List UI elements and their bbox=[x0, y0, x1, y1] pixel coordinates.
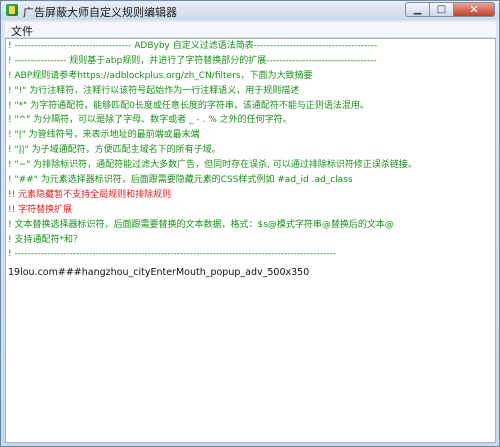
editor-line: ! ABP规则请参考https://adblockplus.org/zh_CN/… bbox=[8, 70, 313, 81]
menu-bar: 文件 bbox=[5, 22, 496, 38]
maximize-icon: □ bbox=[436, 4, 447, 15]
title-bar[interactable]: 广告屏蔽大师自定义规则编辑器 ▁ □ ✕ bbox=[1, 1, 499, 20]
editor-line: ! "||" 为子域通配符，方便匹配主域名下的所有子域。 bbox=[8, 145, 221, 156]
editor-line: ! "|" 为管线符号，来表示地址的最前端或最末端 bbox=[8, 130, 200, 141]
app-logo-icon bbox=[6, 4, 18, 16]
editor-line: ! "~" 为排除标识符，通配符能过滤大多数广告，但同时存在误杀, 可以通过排除… bbox=[8, 160, 417, 171]
minimize-button[interactable]: ▁ bbox=[405, 2, 430, 17]
editor-lines: ! ------------------------------------ A… bbox=[8, 39, 493, 281]
editor-line: ! ------------------------------------ A… bbox=[8, 41, 378, 51]
close-icon: ✕ bbox=[469, 3, 479, 16]
maximize-button[interactable]: □ bbox=[430, 2, 454, 17]
custom-rule-line: 19lou.com###hangzhou_cityEnterMouth_popu… bbox=[8, 267, 310, 279]
editor-line: ! "!" 为行注释符，注释行以该符号起始作为一行注释语义，用于规则描述 bbox=[8, 85, 300, 96]
editor-line: ! 支持通配符*和？ bbox=[8, 234, 82, 245]
editor-line: ! "^" 为分隔符，可以是除了字母、数字或者 _ - . % 之外的任何字符。 bbox=[8, 115, 292, 126]
close-button[interactable]: ✕ bbox=[454, 2, 495, 17]
editor-line: ! --------------------------------------… bbox=[8, 249, 336, 260]
caption-buttons: ▁ □ ✕ bbox=[405, 2, 495, 18]
window-title: 广告屏蔽大师自定义规则编辑器 bbox=[23, 6, 177, 19]
editor-line: ! "##" 为元素选择器标识符，后面跟需要隐藏元素的CSS样式例如 #ad_i… bbox=[8, 175, 353, 186]
editor-line: ! "*" 为字符通配符，能够匹配0长度或任意长度的字符串，该通配符不能与正则语… bbox=[8, 100, 369, 111]
menu-item-file[interactable]: 文件 bbox=[11, 23, 33, 39]
editor-window: 广告屏蔽大师自定义规则编辑器 ▁ □ ✕ 文件 ! --------------… bbox=[0, 0, 500, 447]
editor-line: !! 元素隐藏暂不支持全局规则和排除规则 bbox=[8, 189, 172, 200]
editor-line: ! ---------------- 规则基于abp规则，并进行了字符替换部分的… bbox=[8, 55, 377, 66]
rules-text-editor[interactable]: ! ------------------------------------ A… bbox=[5, 38, 496, 443]
minimize-icon: ▁ bbox=[413, 4, 422, 15]
editor-line: ! 文本替换选择器标识符，后面跟需要替换的文本数据，格式：$s@模式字符串@替换… bbox=[8, 219, 394, 230]
editor-line: !! 字符替换扩展 bbox=[8, 204, 73, 215]
